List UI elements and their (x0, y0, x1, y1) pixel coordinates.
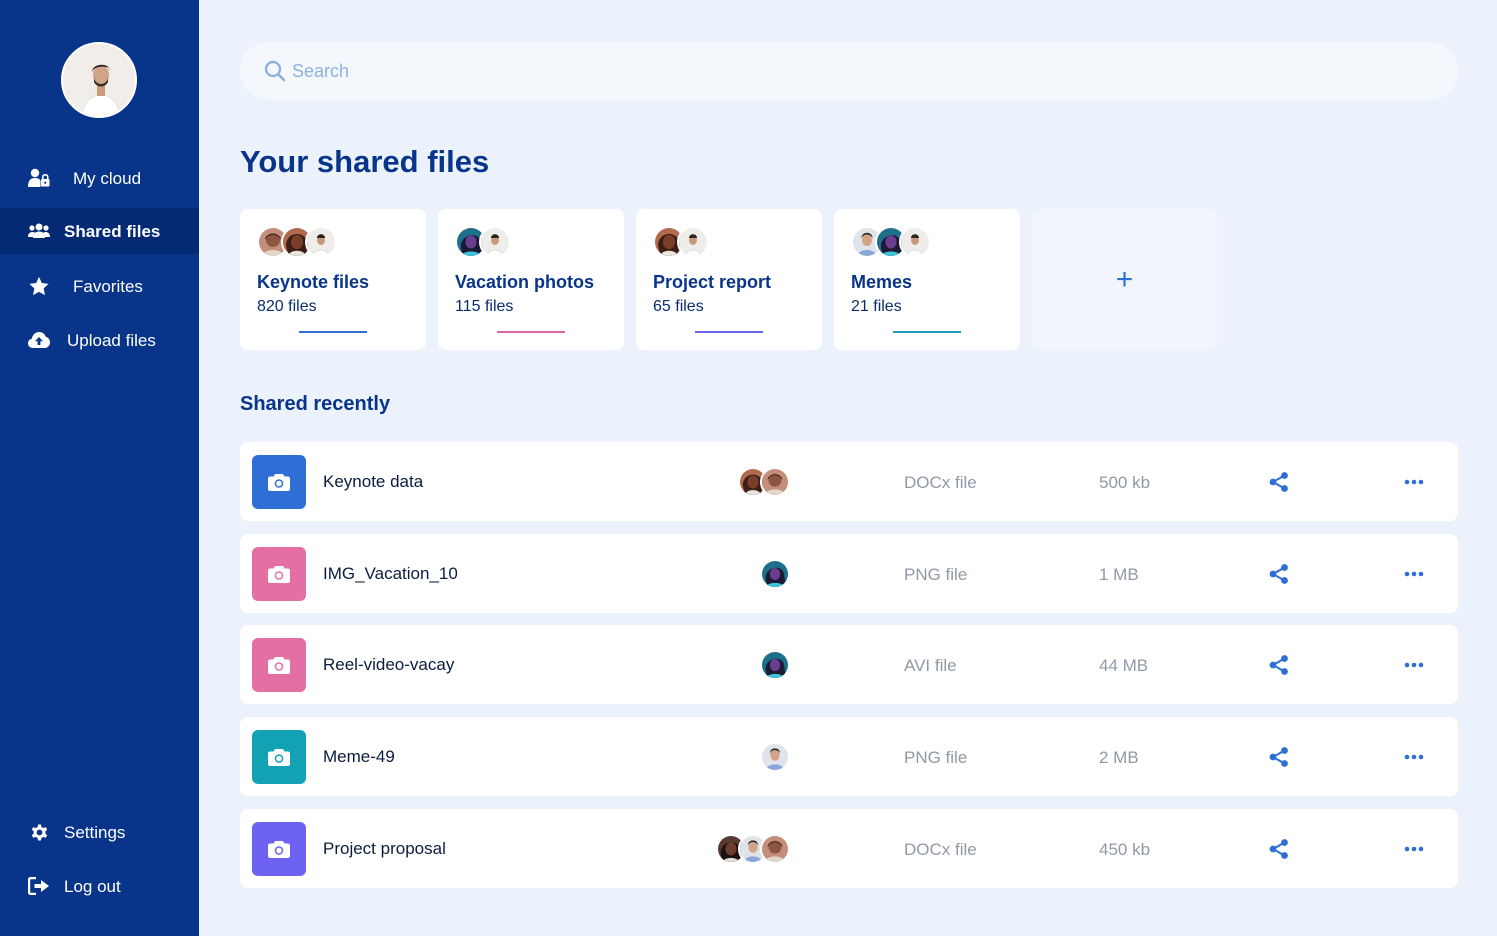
avatar (760, 834, 790, 864)
folder-title: Memes (851, 272, 913, 292)
sidebar-item-label: Favorites (73, 277, 143, 296)
file-type: DOCx file (904, 840, 977, 859)
sidebar: My cloud Shared files Favorites Upload f… (0, 0, 199, 936)
search-bar (240, 42, 1458, 100)
file-name[interactable]: Meme-49 (323, 747, 395, 767)
folder-title: Project report (653, 272, 772, 292)
file-type: AVI file (904, 656, 957, 675)
camera-icon (252, 638, 306, 692)
avatar (305, 226, 337, 258)
add-folder-button[interactable]: + (1032, 209, 1217, 350)
avatar (677, 226, 709, 258)
table-row[interactable]: Reel-video-vacay AVI file 44 MB (240, 625, 1458, 704)
table-row[interactable]: Keynote data DOCx file 500 kb (240, 442, 1458, 521)
folder-accent-bar (893, 331, 961, 333)
folder-accent-bar (299, 331, 367, 333)
avatar (760, 742, 790, 772)
search-input[interactable] (292, 56, 1392, 86)
camera-icon (252, 730, 306, 784)
file-type: PNG file (904, 748, 968, 767)
table-row[interactable]: Project proposal DOCx file 450 kb (240, 809, 1458, 888)
folder-accent-bar (695, 331, 763, 333)
user-lock-icon (28, 167, 50, 189)
camera-icon (252, 822, 306, 876)
more-options-icon[interactable] (1402, 746, 1426, 768)
folder-card-keynote-files[interactable]: Keynote files 820 files (240, 209, 426, 350)
sidebar-item-favorites[interactable]: Favorites (0, 263, 199, 309)
avatar (899, 226, 931, 258)
sidebar-item-log-out[interactable]: Log out (0, 863, 199, 909)
cloud-upload-icon (28, 329, 50, 351)
section-title: Shared recently (240, 393, 391, 415)
camera-icon (252, 455, 306, 509)
avatar-group (716, 834, 790, 864)
share-icon[interactable] (1268, 471, 1290, 493)
file-size: 44 MB (1099, 656, 1149, 675)
file-name[interactable]: Keynote data (323, 472, 423, 492)
avatar-group (760, 650, 790, 680)
file-name[interactable]: IMG_Vacation_10 (323, 564, 458, 584)
sidebar-item-label: Shared files (64, 222, 161, 241)
avatar (760, 650, 790, 680)
search-icon (264, 60, 286, 87)
logout-icon (28, 875, 50, 897)
sidebar-item-settings[interactable]: Settings (0, 809, 199, 855)
avatar-group (760, 559, 790, 589)
folder-card-vacation-photos[interactable]: Vacation photos 115 files (438, 209, 624, 350)
avatar-group (760, 742, 790, 772)
users-icon (28, 220, 50, 242)
folder-title: Keynote files (257, 272, 370, 292)
camera-icon (252, 547, 306, 601)
folder-count: 65 files (653, 298, 704, 315)
more-options-icon[interactable] (1402, 563, 1426, 585)
file-size: 1 MB (1099, 565, 1139, 584)
folder-count: 820 files (257, 298, 317, 315)
share-icon[interactable] (1268, 654, 1290, 676)
share-icon[interactable] (1268, 838, 1290, 860)
file-size: 500 kb (1099, 473, 1151, 492)
page-title: Your shared files (240, 144, 490, 179)
file-name[interactable]: Project proposal (323, 839, 446, 859)
plus-icon: + (1115, 262, 1134, 296)
sidebar-item-label: My cloud (73, 169, 142, 188)
file-name[interactable]: Reel-video-vacay (323, 655, 454, 675)
sidebar-item-shared-files[interactable]: Shared files (0, 208, 199, 254)
folder-title: Vacation photos (455, 272, 595, 292)
more-options-icon[interactable] (1402, 471, 1426, 493)
avatar (760, 559, 790, 589)
avatar-group (738, 467, 790, 497)
file-size: 450 kb (1099, 840, 1151, 859)
avatar (479, 226, 511, 258)
file-type: DOCx file (904, 473, 977, 492)
share-icon[interactable] (1268, 746, 1290, 768)
profile-avatar[interactable] (61, 42, 137, 118)
folder-card-memes[interactable]: Memes 21 files (834, 209, 1020, 350)
table-row[interactable]: Meme-49 PNG file 2 MB (240, 717, 1458, 796)
sidebar-item-label: Settings (64, 823, 126, 842)
sidebar-item-upload-files[interactable]: Upload files (0, 317, 199, 363)
sidebar-item-label: Log out (64, 877, 121, 896)
folder-accent-bar (497, 331, 565, 333)
more-options-icon[interactable] (1402, 838, 1426, 860)
sidebar-item-label: Upload files (67, 331, 156, 350)
folder-count: 115 files (455, 298, 514, 315)
file-type: PNG file (904, 565, 968, 584)
folder-card-project-report[interactable]: Project report 65 files (636, 209, 822, 350)
avatar (760, 467, 790, 497)
star-icon (28, 275, 50, 297)
gear-icon (28, 821, 50, 843)
table-row[interactable]: IMG_Vacation_10 PNG file 1 MB (240, 534, 1458, 613)
folder-count: 21 files (851, 298, 902, 315)
share-icon[interactable] (1268, 563, 1290, 585)
sidebar-item-my-cloud[interactable]: My cloud (0, 155, 199, 201)
more-options-icon[interactable] (1402, 654, 1426, 676)
file-size: 2 MB (1099, 748, 1139, 767)
